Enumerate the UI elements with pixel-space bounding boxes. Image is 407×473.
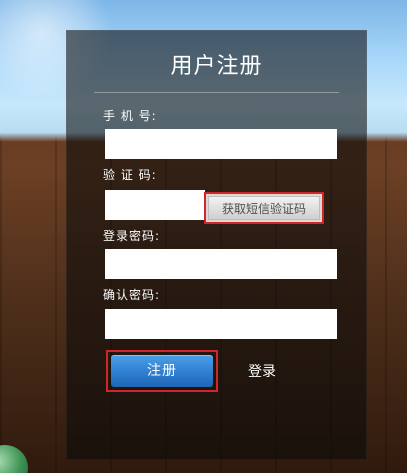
register-button-label: 注册 [111,355,213,387]
password-label: 登录密码: [103,229,161,243]
code-input[interactable] [105,190,205,220]
confirm-password-input[interactable] [105,309,337,339]
sms-button-label: 获取短信验证码 [208,196,320,220]
get-sms-code-button[interactable]: 获取短信验证码 [204,192,324,224]
phone-input[interactable] [105,129,337,159]
page-title: 用户注册 [170,54,263,79]
confirm-password-label: 确认密码: [103,288,161,302]
phone-label: 手 机 号: [103,109,157,123]
code-label: 验 证 码: [103,168,157,182]
password-input[interactable] [105,249,337,279]
title-divider [94,92,339,93]
register-button[interactable]: 注册 [106,350,218,392]
registration-panel: 用户注册 手 机 号: 验 证 码: 获取短信验证码 登录密码: 确认密码: 注… [66,30,367,460]
login-link[interactable]: 登录 [248,361,276,381]
